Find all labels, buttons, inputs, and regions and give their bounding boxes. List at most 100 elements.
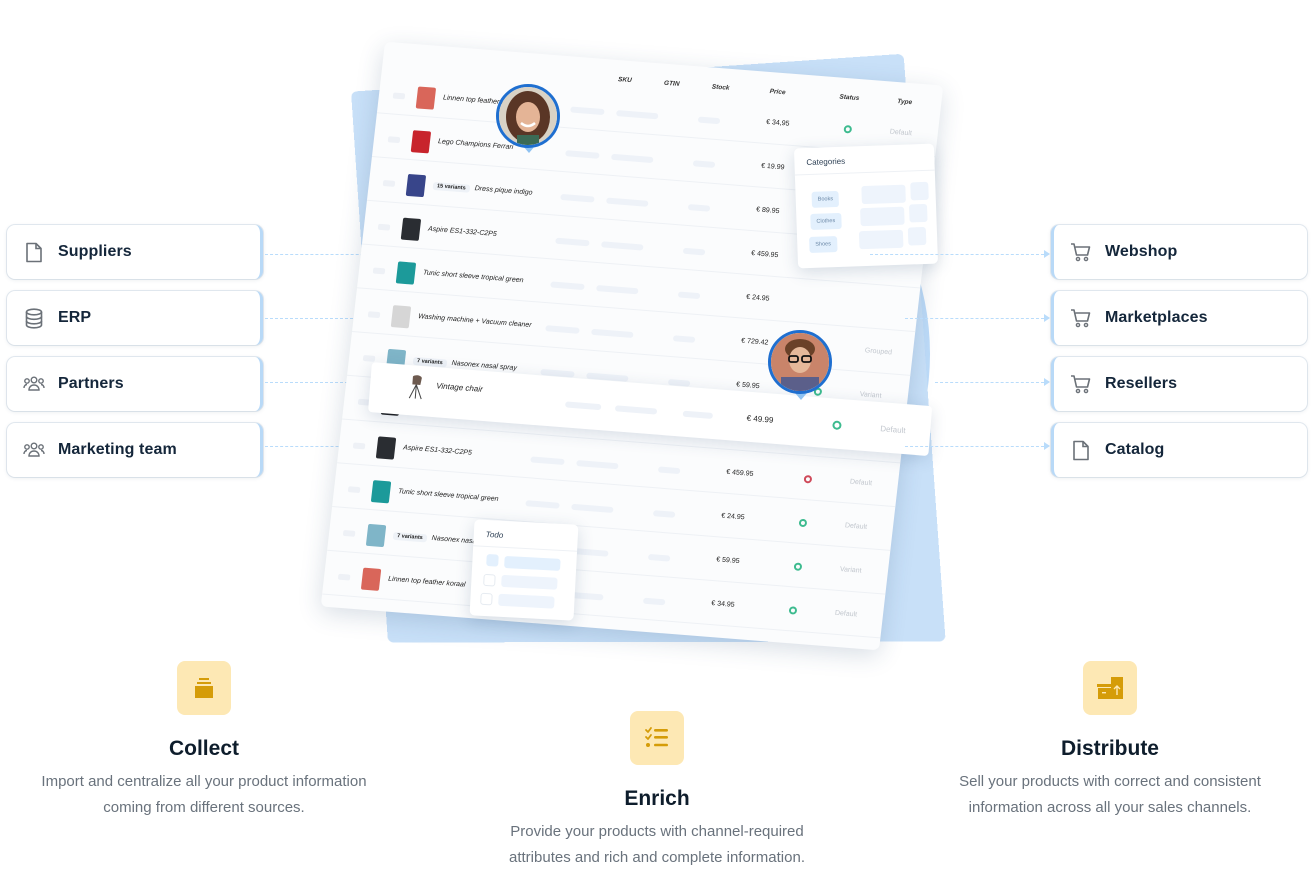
placeholder-cell: [530, 456, 565, 466]
feature-description: Provide your products with channel-requi…: [457, 819, 857, 871]
avatar-man: [768, 330, 832, 394]
product-thumbnail: [407, 373, 425, 400]
product-type: Default: [849, 478, 873, 488]
placeholder-cell: [858, 229, 904, 250]
connector-arrow-icon: [1044, 378, 1050, 386]
row-select-placeholder[interactable]: [367, 311, 381, 319]
row-select-placeholder[interactable]: [352, 442, 366, 450]
product-thumbnail: [415, 86, 437, 110]
category-pill-clothes[interactable]: Clothes: [810, 212, 842, 230]
status-ok-icon: [793, 562, 803, 571]
placeholder-cell: [657, 466, 681, 475]
cart-icon: [1070, 373, 1092, 395]
connector-arrow-icon: [1044, 314, 1050, 322]
product-price: € 34,95: [765, 118, 790, 128]
destination-card-marketplaces[interactable]: Marketplaces: [1051, 291, 1307, 345]
placeholder-cell: [615, 110, 659, 120]
status-ok-icon: [788, 606, 798, 615]
placeholder-cell: [687, 203, 711, 212]
description-line: attributes and rich and complete informa…: [509, 849, 805, 866]
source-card-suppliers[interactable]: Suppliers: [7, 225, 263, 279]
placeholder-cell: [642, 597, 666, 606]
product-name: Washing machine + Vacuum cleaner: [418, 313, 532, 329]
row-select-placeholder[interactable]: [392, 92, 406, 100]
placeholder-cell: [596, 285, 639, 295]
product-name: Tunic short sleeve tropical green: [423, 269, 524, 284]
variants-badge: 15 variants: [432, 181, 471, 193]
file-icon: [1070, 439, 1092, 461]
feature-distribute: Distribute Sell your products with corre…: [910, 661, 1310, 821]
row-select-placeholder[interactable]: [362, 354, 376, 362]
col-sku: SKU: [617, 76, 633, 85]
product-thumbnail: [370, 480, 392, 504]
product-name-text: Washing machine + Vacuum cleaner: [417, 313, 532, 330]
source-card-marketing-team[interactable]: Marketing team: [7, 423, 263, 477]
categories-title: Categories: [793, 143, 935, 176]
todo-popup[interactable]: Todo: [469, 519, 579, 621]
connector-line: [905, 446, 1044, 447]
destination-label: Catalog: [1105, 441, 1165, 458]
product-price: € 19.99: [760, 162, 785, 172]
row-select-placeholder[interactable]: [337, 573, 351, 581]
source-label: Suppliers: [58, 243, 132, 260]
product-type: Variant: [859, 391, 882, 400]
source-card-partners[interactable]: Partners: [7, 357, 263, 411]
placeholder-cell: [860, 206, 905, 227]
placeholder-cell: [565, 150, 600, 159]
product-name-text: Aspire ES1-332-C2P5: [402, 444, 473, 457]
row-select-placeholder[interactable]: [382, 179, 396, 187]
source-label: Marketing team: [58, 441, 177, 458]
file-icon: [23, 241, 45, 263]
col-status: Status: [839, 93, 860, 103]
product-name: Linnen top feather koraal: [388, 576, 466, 589]
source-card-erp[interactable]: ERP: [7, 291, 263, 345]
product-type: Variant: [839, 566, 862, 575]
product-name-text: Tunic short sleeve tropical green: [397, 488, 499, 503]
todo-item-placeholder: [501, 574, 558, 590]
product-type: Default: [889, 128, 913, 138]
cart-icon: [1070, 307, 1092, 329]
variants-badge: 7 variants: [392, 531, 428, 543]
placeholder-cell: [610, 153, 654, 164]
todo-checkbox[interactable]: [486, 554, 499, 567]
description-line: Sell your products with correct and cons…: [959, 773, 1261, 790]
product-type: Grouped: [864, 347, 893, 357]
todo-checkbox[interactable]: [483, 573, 496, 587]
product-price: € 34.95: [710, 600, 735, 609]
description-line: Import and centralize all your product i…: [41, 773, 367, 790]
destination-card-catalog[interactable]: Catalog: [1051, 423, 1307, 477]
destination-label: Resellers: [1105, 375, 1178, 392]
col-type: Type: [896, 98, 913, 107]
connector-line: [905, 318, 1044, 319]
row-select-placeholder[interactable]: [347, 486, 361, 494]
category-pill-shoes[interactable]: Shoes: [809, 236, 838, 253]
users-icon: [23, 439, 45, 461]
destination-card-webshop[interactable]: Webshop: [1051, 225, 1307, 279]
connector-arrow-icon: [1044, 442, 1050, 450]
col-price: Price: [769, 88, 786, 97]
row-select-placeholder[interactable]: [377, 223, 391, 231]
placeholder-cell: [910, 181, 929, 201]
product-price: € 59.95: [735, 381, 760, 391]
todo-checkbox[interactable]: [480, 592, 493, 606]
row-select-placeholder[interactable]: [372, 267, 386, 275]
product-price: € 24.95: [745, 293, 770, 303]
feature-title: Distribute: [1060, 737, 1159, 760]
database-icon: [23, 307, 45, 329]
categories-popup[interactable]: Categories Books Clothes Shoes: [793, 143, 939, 269]
product-price: € 89.95: [755, 206, 780, 216]
row-select-placeholder[interactable]: [387, 136, 401, 144]
todo-item-placeholder: [504, 555, 561, 571]
product-name: Lego Champions Ferrari: [438, 138, 514, 151]
source-label: Partners: [58, 375, 124, 392]
col-stock: Stock: [711, 83, 730, 92]
placeholder-cell: [652, 510, 676, 518]
placeholder-cell: [545, 325, 580, 334]
destination-card-resellers[interactable]: Resellers: [1051, 357, 1307, 411]
placeholder-cell: [560, 193, 595, 203]
category-pill-books[interactable]: Books: [811, 190, 840, 208]
row-select-placeholder[interactable]: [342, 529, 356, 537]
placeholder-cell: [555, 237, 590, 247]
placeholder-cell: [697, 116, 721, 125]
product-name-text: Tunic short sleeve tropical green: [422, 269, 524, 285]
